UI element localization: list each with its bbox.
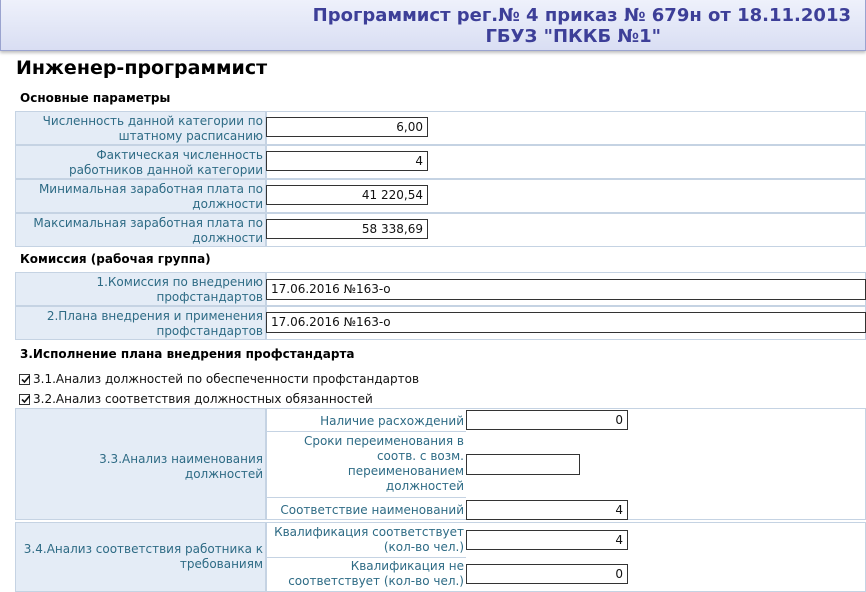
checkbox-3-2[interactable] — [19, 394, 31, 405]
field-label-min-salary: Минимальная заработная плата по должност… — [15, 179, 266, 213]
header-line-2: ГБУЗ "ПККБ №1" — [485, 26, 661, 47]
page-header: Программист рег.№ 4 приказ № 679н от 18.… — [0, 0, 866, 51]
field-label-staff-count: Численность данной категории по штатному… — [15, 111, 266, 145]
page-title: Инженер-программист — [16, 57, 268, 79]
field-label-actual-count: Фактическая численность работников данно… — [15, 145, 266, 179]
field-label-commission: 1.Комиссия по внедрению профстандартов — [15, 272, 266, 306]
group-label-3-3: 3.3.Анализ наименования должностей — [15, 408, 266, 520]
field-label-max-salary: Максимальная заработная плата по должнос… — [15, 213, 266, 247]
sub-label-name-match: Соответствие наименований — [280, 503, 464, 517]
min-salary-input[interactable]: 41 220,54 — [266, 185, 428, 205]
check-label-3-2: 3.2.Анализ соответствия должностных обяз… — [33, 392, 373, 406]
rename-terms-input[interactable] — [466, 454, 580, 475]
section-title-commission: Комиссия (рабочая группа) — [20, 252, 211, 266]
sub-label-discrepancies: Наличие расхождений — [266, 408, 466, 432]
group-label-3-4: 3.4.Анализ соответствия работника к треб… — [15, 522, 266, 592]
actual-count-input[interactable]: 4 — [266, 151, 428, 171]
commission-order-input[interactable]: 17.06.2016 №163-о — [266, 279, 866, 300]
plan-order-input[interactable]: 17.06.2016 №163-о — [266, 312, 866, 333]
sub-label-not-qualified: Квалификация не соответствует (кол-во че… — [288, 559, 464, 588]
not-qualified-input[interactable]: 0 — [466, 564, 628, 584]
section-title-basic: Основные параметры — [20, 91, 171, 105]
check-row-3-2[interactable]: 3.2.Анализ соответствия должностных обяз… — [19, 392, 373, 406]
header-line-1: Программист рег.№ 4 приказ № 679н от 18.… — [312, 5, 851, 26]
check-label-3-1: 3.1.Анализ должностей по обеспеченности … — [33, 372, 420, 386]
name-match-input[interactable]: 4 — [466, 500, 628, 520]
staff-count-input[interactable]: 6,00 — [266, 117, 428, 137]
sub-label-qualified: Квалификация соответствует (кол-во чел.) — [266, 522, 466, 558]
section-title-execution: 3.Исполнение плана внедрения профстандар… — [20, 347, 355, 361]
sub-label-rename-terms: Сроки переименования в соотв. с возм. пе… — [266, 432, 466, 498]
max-salary-input[interactable]: 58 338,69 — [266, 219, 428, 239]
checkmark-icon — [21, 395, 31, 404]
discrepancies-input[interactable]: 0 — [466, 410, 628, 430]
checkbox-3-1[interactable] — [19, 374, 31, 385]
qualified-input[interactable]: 4 — [466, 530, 628, 550]
field-label-plan: 2.Плана внедрения и применения профстанд… — [15, 306, 266, 340]
check-row-3-1[interactable]: 3.1.Анализ должностей по обеспеченности … — [19, 372, 419, 386]
checkmark-icon — [21, 375, 31, 384]
